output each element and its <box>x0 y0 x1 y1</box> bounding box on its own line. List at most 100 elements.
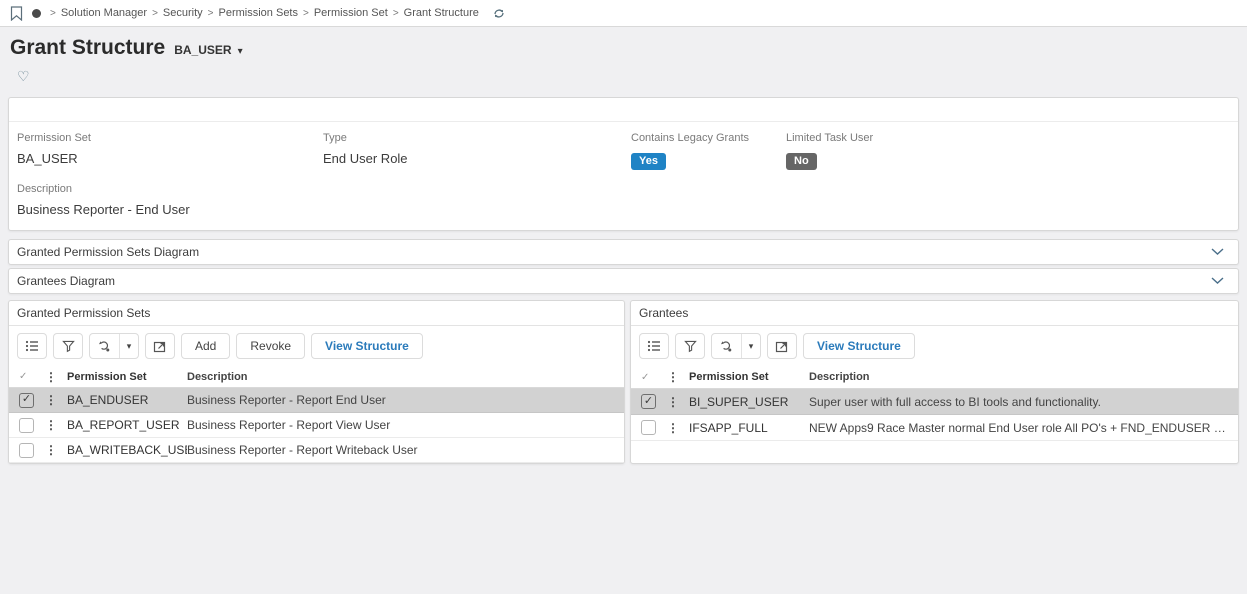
granted-permission-sets-toolbar: ▾ Add Revoke View Structure <box>9 326 624 366</box>
kebab-menu-icon[interactable]: ⋮ <box>667 421 689 435</box>
table-row[interactable]: ✓ ⋮ BA_ENDUSER Business Reporter - Repor… <box>9 388 624 413</box>
section-title: Grantees Diagram <box>17 274 115 288</box>
list-options-icon[interactable] <box>17 333 47 359</box>
kebab-menu-icon[interactable]: ⋮ <box>45 443 67 457</box>
favorite-heart-icon[interactable]: ♡ <box>17 69 30 83</box>
table-row[interactable]: ⋮ BA_REPORT_USER Business Reporter - Rep… <box>9 413 624 438</box>
breadcrumb-separator: > <box>393 8 399 19</box>
select-all-check-icon[interactable]: ✓ <box>19 371 45 382</box>
granted-permission-sets-panel: Granted Permission Sets <box>8 300 625 464</box>
column-header-permission-set[interactable]: Permission Set <box>67 371 187 383</box>
cell-permission-set: BA_ENDUSER <box>67 393 187 407</box>
record-selector[interactable]: BA_USER ▾ <box>174 43 242 57</box>
cell-description: Super user with full access to BI tools … <box>809 395 1238 409</box>
bookmark-icon[interactable] <box>10 6 23 21</box>
table-row[interactable]: ⋮ IFSAPP_FULL NEW Apps9 Race Master norm… <box>631 415 1238 441</box>
revoke-button[interactable]: Revoke <box>236 333 305 359</box>
filter-icon[interactable] <box>53 333 83 359</box>
field-label: Description <box>17 183 1230 195</box>
chevron-down-icon[interactable]: ▾ <box>741 334 760 358</box>
breadcrumb: > Solution Manager > Security > Permissi… <box>50 7 479 19</box>
field-label: Contains Legacy Grants <box>631 132 786 144</box>
field-value: End User Role <box>323 151 631 166</box>
list-options-icon[interactable] <box>639 333 669 359</box>
touch-icon[interactable] <box>90 334 119 358</box>
cell-description: Business Reporter - Report Writeback Use… <box>187 443 624 457</box>
table-row[interactable]: ✓ ⋮ BI_SUPER_USER Super user with full a… <box>631 389 1238 415</box>
check-icon: ✓ <box>644 396 653 407</box>
status-badge-no: No <box>786 153 817 170</box>
field-type: Type End User Role <box>323 132 631 170</box>
field-permission-set: Permission Set BA_USER <box>17 132 323 170</box>
column-header-description[interactable]: Description <box>187 371 624 383</box>
row-checkbox[interactable]: ✓ <box>19 393 34 408</box>
breadcrumb-separator: > <box>208 8 214 19</box>
grantees-toolbar: ▾ View Structure <box>631 326 1238 366</box>
field-value: BA_USER <box>17 151 323 166</box>
cell-permission-set: BA_REPORT_USER <box>67 418 187 432</box>
breadcrumb-permission-set[interactable]: Permission Set <box>314 7 388 19</box>
open-in-window-icon[interactable] <box>145 333 175 359</box>
record-state-dot-icon <box>32 9 41 18</box>
card-command-strip <box>9 98 1238 122</box>
table-header: ✓ ⋮ Permission Set Description <box>9 366 624 388</box>
permission-set-details-card: Permission Set BA_USER Type End User Rol… <box>8 97 1239 231</box>
field-label: Permission Set <box>17 132 323 144</box>
open-in-window-icon[interactable] <box>767 333 797 359</box>
select-all-check-icon[interactable]: ✓ <box>641 372 667 383</box>
top-navigation-bar: > Solution Manager > Security > Permissi… <box>0 0 1247 27</box>
field-label: Type <box>323 132 631 144</box>
view-structure-button[interactable]: View Structure <box>311 333 423 359</box>
panel-title: Granted Permission Sets <box>9 301 624 326</box>
kebab-menu-icon: ⋮ <box>667 370 689 384</box>
touch-icon[interactable] <box>712 334 741 358</box>
page-title: Grant Structure <box>10 36 165 60</box>
record-selector-value: BA_USER <box>174 43 231 57</box>
column-header-permission-set[interactable]: Permission Set <box>689 371 809 383</box>
chevron-down-icon[interactable]: ▾ <box>119 334 138 358</box>
cell-permission-set: BA_WRITEBACK_USER <box>67 443 187 457</box>
section-granted-permission-sets-diagram[interactable]: Granted Permission Sets Diagram <box>8 239 1239 265</box>
field-description: Description Business Reporter - End User <box>17 183 1230 217</box>
breadcrumb-solution-manager[interactable]: Solution Manager <box>61 7 147 19</box>
field-contains-legacy-grants: Contains Legacy Grants Yes <box>631 132 786 170</box>
row-checkbox[interactable] <box>641 420 656 435</box>
breadcrumb-security[interactable]: Security <box>163 7 203 19</box>
panel-title: Grantees <box>631 301 1238 326</box>
table-row[interactable]: ⋮ BA_WRITEBACK_USER Business Reporter - … <box>9 438 624 463</box>
field-label: Limited Task User <box>786 132 1230 144</box>
row-checkbox[interactable] <box>19 443 34 458</box>
table-header: ✓ ⋮ Permission Set Description <box>631 366 1238 389</box>
cell-permission-set: IFSAPP_FULL <box>689 421 809 435</box>
cell-permission-set: BI_SUPER_USER <box>689 395 809 409</box>
section-grantees-diagram[interactable]: Grantees Diagram <box>8 268 1239 294</box>
kebab-menu-icon[interactable]: ⋮ <box>45 418 67 432</box>
add-button[interactable]: Add <box>181 333 230 359</box>
row-checkbox[interactable] <box>19 418 34 433</box>
touch-actions-split-button: ▾ <box>711 333 761 359</box>
breadcrumb-separator: > <box>303 8 309 19</box>
breadcrumb-separator: > <box>50 8 56 19</box>
chevron-down-icon: ▾ <box>238 46 243 57</box>
check-icon: ✓ <box>22 394 31 405</box>
breadcrumb-separator: > <box>152 8 158 19</box>
grantees-panel: Grantees ▾ <box>630 300 1239 464</box>
cell-description: Business Reporter - Report View User <box>187 418 624 432</box>
chevron-down-icon <box>1211 277 1224 285</box>
column-header-description[interactable]: Description <box>809 371 1238 383</box>
kebab-menu-icon: ⋮ <box>45 370 67 384</box>
kebab-menu-icon[interactable]: ⋮ <box>45 393 67 407</box>
refresh-icon[interactable] <box>492 7 506 20</box>
row-checkbox[interactable]: ✓ <box>641 394 656 409</box>
view-structure-button[interactable]: View Structure <box>803 333 915 359</box>
field-value: Business Reporter - End User <box>17 202 1230 217</box>
page-header: Grant Structure BA_USER ▾ ♡ <box>0 27 1247 90</box>
breadcrumb-grant-structure[interactable]: Grant Structure <box>404 7 479 19</box>
section-title: Granted Permission Sets Diagram <box>17 245 199 259</box>
kebab-menu-icon[interactable]: ⋮ <box>667 395 689 409</box>
status-badge-yes: Yes <box>631 153 666 170</box>
breadcrumb-permission-sets[interactable]: Permission Sets <box>219 7 298 19</box>
filter-icon[interactable] <box>675 333 705 359</box>
cell-description: Business Reporter - Report End User <box>187 393 624 407</box>
chevron-down-icon <box>1211 248 1224 256</box>
